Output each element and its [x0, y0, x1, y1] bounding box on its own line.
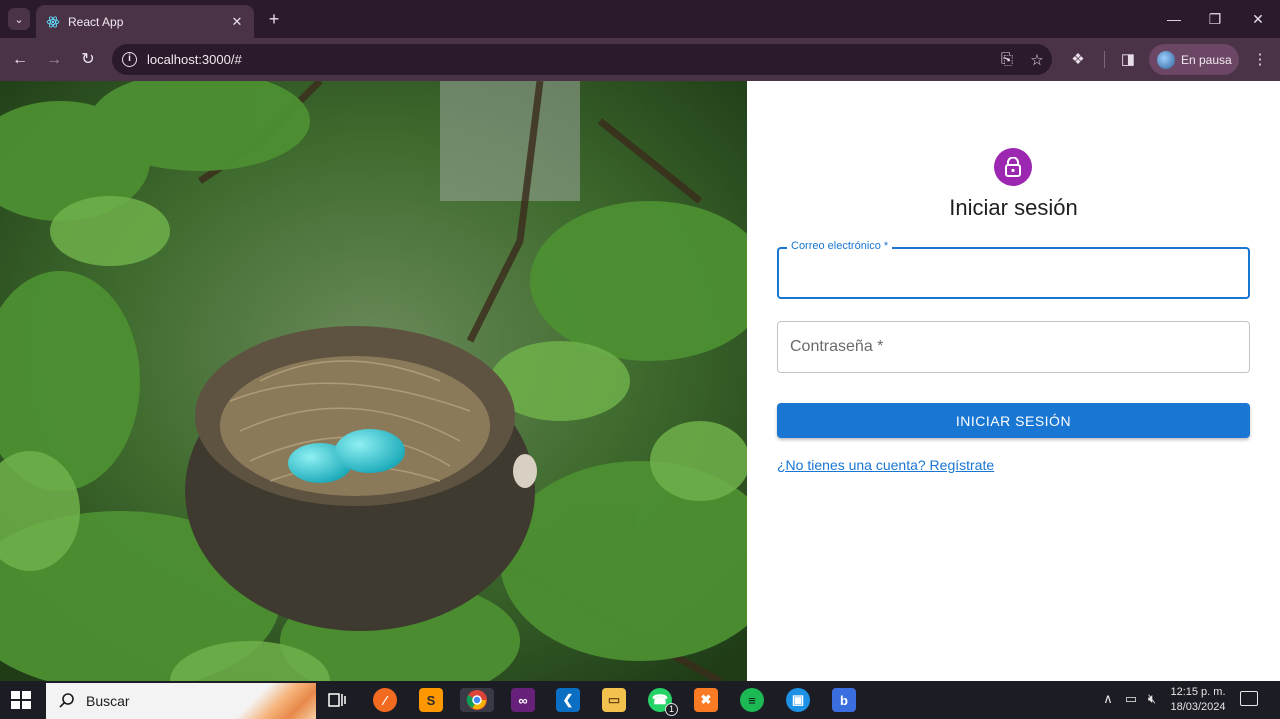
more-menu-icon[interactable]: ⋮ [1249, 49, 1271, 71]
task-view-icon[interactable] [325, 688, 349, 712]
profile-button[interactable]: En pausa [1149, 44, 1239, 75]
password-field[interactable]: Contraseña * [777, 321, 1250, 373]
lock-icon [994, 148, 1032, 186]
extensions-puzzle-icon[interactable]: ❖ [1067, 49, 1089, 71]
back-arrow-icon[interactable]: ← [9, 49, 31, 71]
address-bar[interactable]: i localhost:3000/# ⎘ ☆ [112, 44, 1052, 75]
close-tab-icon[interactable]: ✕ [226, 14, 248, 30]
chevron-up-icon[interactable]: ∧ [1099, 691, 1117, 707]
file-explorer-icon[interactable]: ▭ [602, 688, 626, 712]
notifications-icon[interactable] [1240, 691, 1258, 706]
battery-icon[interactable]: ▭ [1122, 691, 1140, 707]
page-content: Iniciar sesión Correo electrónico * Cont… [0, 81, 1280, 681]
windows-start-icon[interactable] [10, 690, 32, 710]
whatsapp-badge: 1 [665, 703, 678, 716]
search-icon [59, 693, 74, 708]
toolbar-divider [1104, 51, 1105, 68]
tab-search-button[interactable]: ⌄ [8, 8, 30, 30]
xampp-icon[interactable]: ✖ [694, 688, 718, 712]
taskbar-clock[interactable]: 12:15 p. m. 18/03/2024 [1166, 685, 1230, 715]
sublime-text-icon[interactable]: S [419, 688, 443, 712]
login-form: Iniciar sesión Correo electrónico * Cont… [747, 81, 1280, 681]
speaker-muted-icon[interactable]: 🔇︎ [1143, 691, 1161, 707]
forward-arrow-icon[interactable]: → [43, 49, 65, 71]
browser-tab[interactable]: React App ✕ [36, 5, 254, 38]
visual-studio-icon[interactable]: ∞ [511, 688, 535, 712]
browser-titlebar: ⌄ React App ✕ + — ❐ ✕ [0, 0, 1280, 38]
password-label: Contraseña * [790, 338, 884, 355]
profile-avatar [1157, 50, 1175, 69]
page-title: Iniciar sesión [949, 195, 1078, 220]
taskbar-search[interactable]: Buscar [46, 683, 316, 719]
react-logo-icon [46, 15, 60, 29]
reload-icon[interactable]: ↻ [77, 49, 99, 71]
chrome-icon[interactable] [460, 688, 494, 712]
bing-icon[interactable]: b [832, 688, 856, 712]
hero-image-nest [0, 81, 747, 681]
minimize-icon[interactable]: — [1164, 8, 1184, 30]
spotify-icon[interactable]: ≡ [740, 688, 764, 712]
email-input[interactable] [779, 249, 1248, 297]
windows-taskbar: Buscar ∕ S ∞ ❮ ▭ ☎ 1 ✖ ≡ ▣ b ∧ ▭ 🔇︎ 12:1… [0, 681, 1280, 719]
vscode-icon[interactable]: ❮ [556, 688, 580, 712]
browser-toolbar: ← → ↻ i localhost:3000/# ⎘ ☆ ❖ ◨ En paus… [0, 38, 1280, 81]
signup-link[interactable]: ¿No tienes una cuenta? Regístrate [777, 457, 994, 473]
new-tab-button[interactable]: + [264, 8, 284, 30]
clock-date: 18/03/2024 [1170, 701, 1226, 713]
profile-status: En pausa [1181, 52, 1232, 67]
docker-icon[interactable]: ▣ [786, 688, 810, 712]
clock-time: 12:15 p. m. [1170, 686, 1226, 698]
tab-title: React App [68, 14, 124, 29]
close-window-icon[interactable]: ✕ [1248, 8, 1268, 30]
side-panel-icon[interactable]: ◨ [1117, 49, 1139, 71]
login-button[interactable]: INICIAR SESIÓN [777, 403, 1250, 438]
install-app-icon[interactable]: ⎘ [992, 51, 1022, 68]
email-field[interactable]: Correo electrónico * [777, 240, 1250, 299]
search-highlight-art [236, 683, 316, 719]
search-label: Buscar [86, 693, 130, 709]
whatsapp-icon[interactable]: ☎ 1 [648, 688, 678, 716]
email-label: Correo electrónico * [787, 240, 893, 252]
bookmark-star-icon[interactable]: ☆ [1022, 51, 1052, 69]
site-info-icon[interactable]: i [122, 52, 137, 67]
brave-browser-icon[interactable]: ∕ [373, 688, 397, 712]
restore-icon[interactable]: ❐ [1205, 8, 1225, 30]
url-text[interactable]: localhost:3000/# [147, 52, 992, 67]
